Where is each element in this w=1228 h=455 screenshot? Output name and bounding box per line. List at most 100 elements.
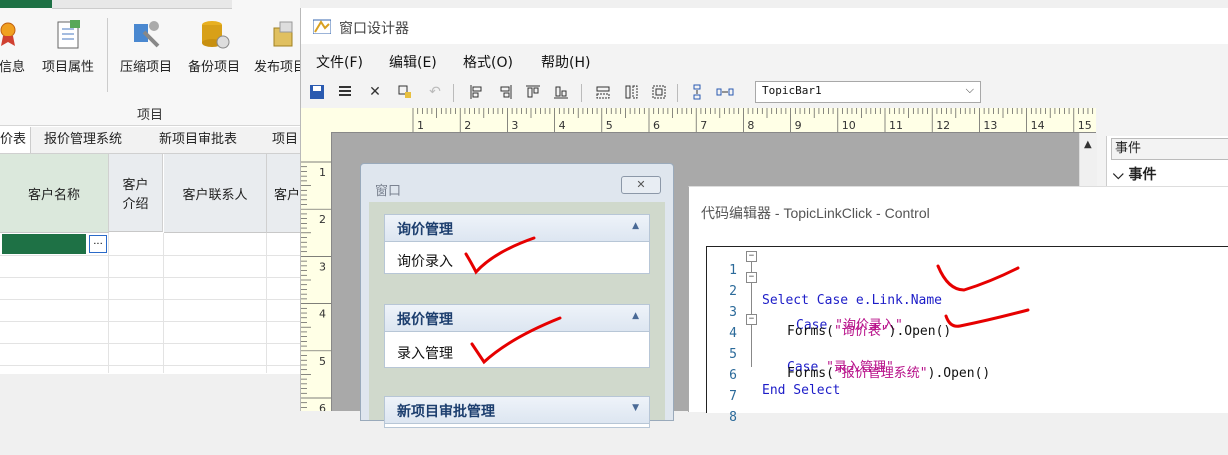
ruler-number: 15 — [1078, 119, 1092, 132]
designer-titlebar: 窗口设计器 — [301, 8, 1228, 44]
tab-quote-system[interactable]: 报价管理系统 — [40, 127, 126, 153]
align-left-icon[interactable] — [467, 82, 487, 102]
topic-group-header[interactable]: 询价管理 ▲ — [385, 215, 649, 242]
properties-icon[interactable] — [335, 82, 355, 102]
table-row[interactable] — [0, 255, 300, 278]
project-props-button[interactable]: 项目属性 — [36, 14, 100, 94]
code-line[interactable]: 8 — [707, 395, 1228, 425]
info-button[interactable]: 信息 — [0, 14, 32, 94]
same-size-icon[interactable] — [649, 82, 669, 102]
topic-link-entry-management[interactable]: 录入管理 — [397, 343, 453, 363]
grid-header-customer-intro[interactable]: 客户介绍 — [109, 154, 163, 232]
ruler-number: 2 — [464, 119, 471, 132]
control-selector-combo[interactable]: TopicBar1 ⌵ — [755, 81, 981, 103]
fold-toggle-icon[interactable]: − — [746, 314, 757, 325]
scroll-up-icon[interactable]: ▲ — [1084, 139, 1092, 150]
toolbar-separator — [677, 84, 678, 102]
undo-icon[interactable]: ↶ — [425, 82, 445, 102]
properties-tab-events[interactable]: 事件 — [1111, 138, 1228, 160]
cell-ellipsis-button[interactable]: ... — [89, 235, 107, 253]
project-props-label: 项目属性 — [41, 60, 94, 75]
ruler-number: 7 — [700, 119, 707, 132]
code-editor-title: 代码编辑器 - TopicLinkClick - Control — [701, 205, 930, 221]
active-ribbon-tab[interactable] — [0, 0, 52, 8]
events-section-label: 事件 — [1128, 167, 1157, 183]
topic-group-quote[interactable]: 报价管理 ▲ 录入管理 — [384, 304, 650, 368]
ruler-number: 3 — [319, 260, 326, 273]
horizontal-ruler: 123456789101112131415161718 — [301, 108, 1096, 133]
copy-format-icon[interactable] — [395, 82, 415, 102]
delete-icon[interactable]: ✕ — [365, 82, 385, 102]
background-app-window: 信息 项目属性 压缩项目 备份项目 发布项目 项目 价表 报价管理系统 新项目审… — [0, 0, 300, 411]
collapse-arrow-icon[interactable]: ▲ — [632, 221, 639, 231]
code-line[interactable]: 2 − Case "询价录入" — [707, 269, 1228, 333]
horizontal-spacing-icon[interactable] — [715, 82, 735, 102]
menu-bar: 文件(F) 编辑(E) 格式(O) 帮助(H) — [301, 48, 1228, 74]
code-line[interactable]: 5 Forms("报价管理系统").Open() — [707, 332, 1228, 381]
data-grid: 客户名称 客户介绍 客户联系人 客户 ... — [0, 154, 300, 374]
code-line[interactable]: 7 — [707, 374, 1228, 404]
fold-toggle-icon[interactable]: − — [746, 251, 757, 262]
topic-group-header[interactable]: 报价管理 ▲ — [385, 305, 649, 332]
selected-cell[interactable] — [2, 234, 86, 254]
grid-header-customer-contact[interactable]: 客户联系人 — [164, 154, 267, 233]
document-tabs: 价表 报价管理系统 新项目审批表 项目 — [0, 127, 300, 154]
same-width-icon[interactable] — [593, 82, 613, 102]
menu-help[interactable]: 帮助(H) — [541, 52, 590, 72]
topic-bar-control[interactable]: 询价管理 ▲ 询价录入 报价管理 ▲ 录入管理 新项目审批管理 ▼ — [369, 202, 665, 428]
grid-header-customer[interactable]: 客户 — [267, 154, 300, 233]
ruler-number: 4 — [319, 308, 326, 321]
ruler-number: 13 — [983, 119, 997, 132]
table-row[interactable] — [0, 299, 300, 322]
ruler-number: 2 — [319, 213, 326, 226]
menu-edit[interactable]: 编辑(E) — [389, 52, 437, 72]
ribbon-separator — [107, 18, 108, 92]
code-line[interactable]: 6 End Select — [707, 353, 1228, 398]
collapse-arrow-icon[interactable]: ▲ — [632, 311, 639, 321]
tab-project[interactable]: 项目 — [268, 127, 300, 153]
ruler-number: 12 — [936, 119, 950, 132]
align-top-icon[interactable] — [523, 82, 543, 102]
tab-new-project-approval[interactable]: 新项目审批表 — [155, 127, 241, 153]
ruler-number: 5 — [606, 119, 613, 132]
chevron-down-icon[interactable]: ⌵ — [966, 83, 974, 97]
align-bottom-icon[interactable] — [551, 82, 571, 102]
ruler-number: 6 — [653, 119, 660, 132]
menu-file[interactable]: 文件(F) — [316, 52, 363, 72]
ruler-number: 4 — [559, 119, 566, 132]
code-line[interactable]: 4 − Case "录入管理" — [707, 311, 1228, 375]
grid-header-customer-name[interactable]: 客户名称 — [0, 154, 109, 233]
publish-project-button[interactable]: 发布项目 — [249, 14, 300, 94]
expand-arrow-icon[interactable]: ▼ — [632, 403, 639, 413]
publish-icon — [264, 18, 296, 50]
line-number: 8 — [729, 410, 737, 425]
backup-project-button[interactable]: 备份项目 — [182, 14, 246, 94]
vertical-spacing-icon[interactable] — [687, 82, 707, 102]
code-line[interactable]: 1 − Select Case e.Link.Name — [707, 248, 1228, 308]
code-line[interactable]: 3 Forms("询价表").Open() — [707, 290, 1228, 339]
events-section-header[interactable]: ⌵ 事件 — [1113, 164, 1157, 184]
database-backup-icon — [198, 18, 230, 50]
table-row[interactable] — [0, 321, 300, 344]
topic-group-inquiry[interactable]: 询价管理 ▲ 询价录入 — [384, 214, 650, 274]
close-icon[interactable]: ✕ — [621, 176, 661, 194]
same-height-icon[interactable] — [621, 82, 641, 102]
table-row[interactable] — [0, 277, 300, 300]
tab-price-table[interactable]: 价表 — [0, 127, 32, 153]
align-right-icon[interactable] — [495, 82, 515, 102]
topic-link-inquiry-entry[interactable]: 询价录入 — [397, 251, 453, 271]
code-editor-window: 代码编辑器 - TopicLinkClick - Control 1 − Sel… — [688, 186, 1228, 425]
menu-format[interactable]: 格式(O) — [463, 52, 513, 72]
toolbar-separator — [453, 84, 454, 102]
code-editor-area[interactable]: 1 − Select Case e.Link.Name 2 − Case "询价… — [706, 246, 1228, 425]
designed-form-window[interactable]: 窗口 ✕ 询价管理 ▲ 询价录入 报价管理 ▲ 录入管理 新项目审批管理 ▼ — [360, 163, 674, 428]
table-row[interactable] — [0, 343, 300, 366]
toolbar-separator — [581, 84, 582, 102]
backup-project-label: 备份项目 — [187, 60, 240, 75]
ruler-number: 5 — [319, 355, 326, 368]
topic-group-new-project[interactable]: 新项目审批管理 ▼ — [384, 396, 650, 428]
fold-toggle-icon[interactable]: − — [746, 272, 757, 283]
save-icon[interactable] — [307, 82, 327, 102]
compress-project-button[interactable]: 压缩项目 — [113, 14, 179, 94]
ruler-number: 3 — [511, 119, 518, 132]
